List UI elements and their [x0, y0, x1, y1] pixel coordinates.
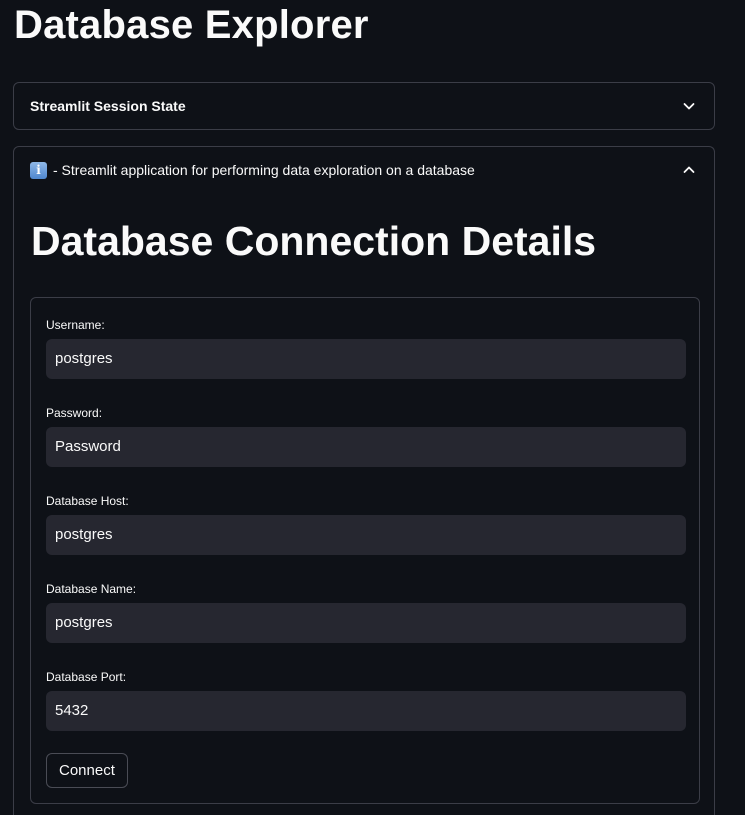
- database-host-label: Database Host:: [46, 494, 129, 508]
- database-name-field: Database Name:: [46, 581, 686, 643]
- database-port-label: Database Port:: [46, 670, 127, 684]
- password-input[interactable]: [46, 427, 686, 467]
- session-state-expander: Streamlit Session State: [13, 82, 715, 130]
- database-name-label: Database Name:: [46, 582, 137, 596]
- page-title: Database Explorer: [14, 3, 369, 47]
- database-host-field: Database Host:: [46, 493, 686, 555]
- info-expander-header[interactable]: i - Streamlit application for performing…: [14, 147, 714, 193]
- username-label: Username:: [46, 318, 105, 332]
- info-expander: i - Streamlit application for performing…: [13, 146, 715, 815]
- password-field: Password:: [46, 405, 686, 467]
- app-page: Database Explorer Streamlit Session Stat…: [0, 0, 745, 815]
- session-state-expander-header[interactable]: Streamlit Session State: [14, 83, 714, 129]
- chevron-up-icon[interactable]: [682, 163, 696, 177]
- info-expander-label: - Streamlit application for performing d…: [53, 162, 475, 178]
- connect-button[interactable]: Connect: [46, 753, 128, 788]
- session-state-expander-label: Streamlit Session State: [30, 98, 186, 114]
- database-port-input[interactable]: [46, 691, 686, 731]
- info-icon: i: [30, 161, 47, 179]
- database-host-input[interactable]: [46, 515, 686, 555]
- database-port-field: Database Port:: [46, 669, 686, 731]
- password-label: Password:: [46, 406, 103, 420]
- chevron-down-icon[interactable]: [682, 99, 696, 113]
- username-input[interactable]: [46, 339, 686, 379]
- database-name-input[interactable]: [46, 603, 686, 643]
- connection-form: Username: Password: Database Host: Datab…: [30, 297, 700, 804]
- connection-heading: Database Connection Details: [31, 218, 597, 264]
- username-field: Username:: [46, 317, 686, 379]
